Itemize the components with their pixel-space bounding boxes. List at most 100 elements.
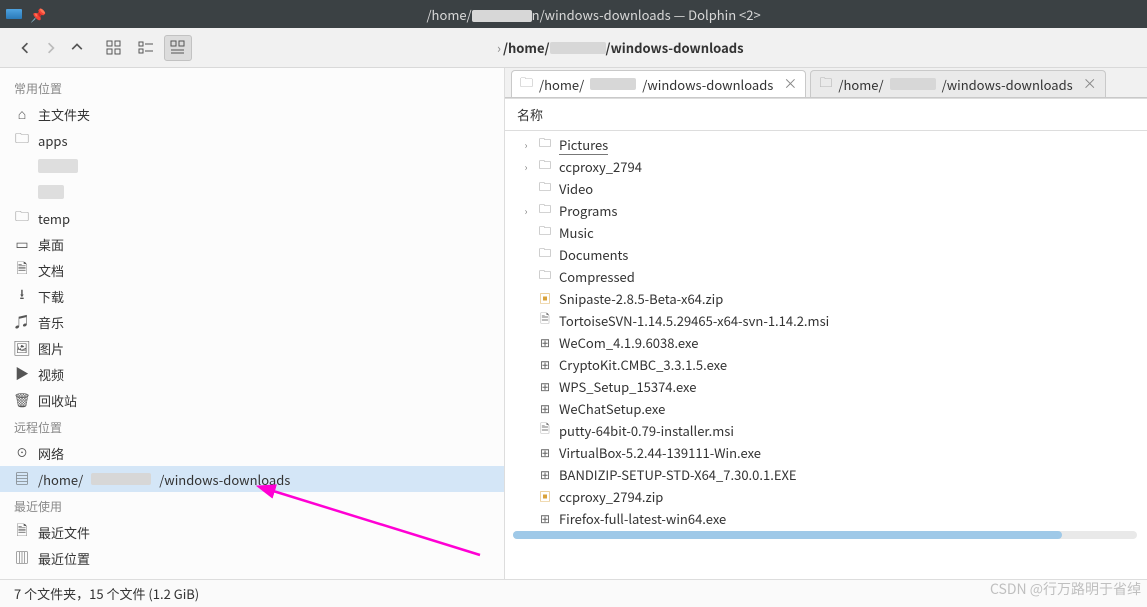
tab-label: /home/ <box>838 75 883 94</box>
file-row[interactable]: 🗀Video <box>505 177 1147 199</box>
trash-icon: 🗑 <box>14 392 30 408</box>
chevron-right-icon[interactable]: › <box>521 159 531 174</box>
file-name: TortoiseSVN-1.14.5.29465-x64-svn-1.14.2.… <box>559 311 829 330</box>
sidebar-item-pictures[interactable]: 🖼图片 <box>0 335 504 361</box>
home-icon: ⌂ <box>14 106 30 122</box>
file-row[interactable]: › 🗀 Pictures <box>505 133 1147 155</box>
file-row[interactable]: 🗎 putty-64bit-0.79-installer.msi <box>505 419 1147 441</box>
file-row[interactable]: ⊞WeCom_4.1.9.6038.exe <box>505 331 1147 353</box>
breadcrumb[interactable]: › /home//windows-downloads <box>495 38 744 57</box>
main-pane: 🗀 /home//windows-downloads × 🗀 /home//wi… <box>505 68 1147 579</box>
file-name: Documents <box>559 245 628 264</box>
sidebar-item-videos[interactable]: ▶视频 <box>0 361 504 387</box>
file-name: putty-64bit-0.79-installer.msi <box>559 421 734 440</box>
file-row[interactable]: ⊞BANDIZIP-SETUP-STD-X64_7.30.0.1.EXE <box>505 463 1147 485</box>
exe-icon: ⊞ <box>537 334 553 351</box>
close-icon[interactable]: × <box>783 74 797 94</box>
sidebar-item-music[interactable]: ♫音乐 <box>0 309 504 335</box>
folder-icon: 🗀 <box>537 134 553 155</box>
sidebar-item-documents[interactable]: 🗎文档 <box>0 257 504 283</box>
exe-icon: ⊞ <box>537 400 553 417</box>
folder-icon: 🗀 <box>14 210 30 226</box>
drive-icon: ▤ <box>14 471 30 487</box>
file-name: BANDIZIP-SETUP-STD-X64_7.30.0.1.EXE <box>559 465 797 484</box>
file-name: Firefox-full-latest-win64.exe <box>559 509 726 528</box>
sidebar-item-home[interactable]: ⌂主文件夹 <box>0 101 504 127</box>
sidebar-item-recent-files[interactable]: 🗎最近文件 <box>0 519 504 545</box>
sidebar-item-downloads[interactable]: ⭳下载 <box>0 283 504 309</box>
horizontal-scrollbar[interactable] <box>513 531 1137 539</box>
download-icon: ⭳ <box>14 288 30 304</box>
file-name: ccproxy_2794 <box>559 157 642 176</box>
sidebar-item-desktop[interactable]: ▭桌面 <box>0 231 504 257</box>
sidebar-item-remote-path[interactable]: ▤/home//windows-downloads <box>0 466 504 492</box>
view-compact-button[interactable] <box>132 35 160 61</box>
file-row[interactable]: ⊞ WeChatSetup.exe <box>505 397 1147 419</box>
file-row[interactable]: 🗀Music <box>505 221 1147 243</box>
file-row[interactable]: ⊞WPS_Setup_15374.exe <box>505 375 1147 397</box>
file-row[interactable]: › 🗀 ccproxy_2794 <box>505 155 1147 177</box>
file-name: Pictures <box>559 135 608 154</box>
file-row[interactable]: › 🗀 Programs <box>505 199 1147 221</box>
pin-icon[interactable]: 📌 <box>30 5 46 24</box>
exe-icon: ⊞ <box>537 378 553 395</box>
sidebar-item-apps[interactable]: 🗀apps <box>0 127 504 153</box>
file-row[interactable]: ⊞Firefox-full-latest-win64.exe <box>505 507 1147 529</box>
file-name: Snipaste-2.8.5-Beta-x64.zip <box>559 289 723 308</box>
video-icon: ▶ <box>14 366 30 382</box>
titlebar: 📌 /home/n/windows-downloads — Dolphin <2… <box>0 0 1147 28</box>
exe-icon: ⊞ <box>537 444 553 461</box>
folder-icon: 🗀 <box>819 72 832 96</box>
tab-bar: 🗀 /home//windows-downloads × 🗀 /home//wi… <box>505 68 1147 98</box>
sidebar-item-network[interactable]: ☉网络 <box>0 440 504 466</box>
sidebar-item-recent-locations[interactable]: ▥最近位置 <box>0 545 504 571</box>
file-icon: 🗎 <box>537 420 553 441</box>
sidebar-item-blur2[interactable] <box>0 179 504 205</box>
file-name: WeChatSetup.exe <box>559 399 665 418</box>
file-name: VirtualBox-5.2.44-139111-Win.exe <box>559 443 761 462</box>
tab-1[interactable]: 🗀 /home//windows-downloads × <box>511 70 806 97</box>
folder-icon <box>14 158 30 174</box>
sidebar: 常用位置 ⌂主文件夹 🗀apps 🗀temp ▭桌面 🗎文档 ⭳下载 ♫音乐 🖼… <box>0 68 505 579</box>
view-icons-button[interactable] <box>100 35 128 61</box>
desktop-icon: ▭ <box>14 236 30 252</box>
sidebar-group-remote: 远程位置 <box>0 413 504 440</box>
file-row[interactable]: ⊞ VirtualBox-5.2.44-139111-Win.exe <box>505 441 1147 463</box>
toolbar: › /home//windows-downloads <box>0 28 1147 68</box>
sidebar-item-temp[interactable]: 🗀temp <box>0 205 504 231</box>
folder-icon: 🗀 <box>537 156 553 177</box>
column-header-name[interactable]: 名称 <box>505 98 1147 131</box>
file-row[interactable]: 🗀Documents <box>505 243 1147 265</box>
folder-icon: 🗀 <box>520 72 533 96</box>
file-row[interactable]: ⊞CryptoKit.CMBC_3.3.1.5.exe <box>505 353 1147 375</box>
file-name: ccproxy_2794.zip <box>559 487 663 506</box>
tab-label: /home/ <box>539 75 584 94</box>
forward-button[interactable] <box>40 37 62 59</box>
music-icon: ♫ <box>14 314 30 330</box>
sidebar-group-places: 常用位置 <box>0 74 504 101</box>
folder-icon <box>14 184 30 200</box>
sidebar-item-trash[interactable]: 🗑回收站 <box>0 387 504 413</box>
back-button[interactable] <box>14 37 36 59</box>
sidebar-item-blur1[interactable] <box>0 153 504 179</box>
zip-icon: ▣ <box>537 290 553 307</box>
chevron-right-icon[interactable]: › <box>521 137 531 152</box>
file-row[interactable]: ▣ Snipaste-2.8.5-Beta-x64.zip <box>505 287 1147 309</box>
tab-2[interactable]: 🗀 /home//windows-downloads × <box>810 70 1105 97</box>
view-details-button[interactable] <box>164 35 192 61</box>
chevron-right-icon[interactable]: › <box>521 203 531 218</box>
close-icon[interactable]: × <box>1083 74 1097 94</box>
file-name: Programs <box>559 201 617 220</box>
window-title: /home/n/windows-downloads — Dolphin <2> <box>46 5 1141 24</box>
folder-icon: 🗀 <box>537 200 553 221</box>
file-name: Compressed <box>559 267 635 286</box>
sidebar-group-recent: 最近使用 <box>0 492 504 519</box>
up-button[interactable] <box>66 37 88 59</box>
file-row[interactable]: ▣ ccproxy_2794.zip <box>505 485 1147 507</box>
file-name: CryptoKit.CMBC_3.3.1.5.exe <box>559 355 727 374</box>
zip-icon: ▣ <box>537 488 553 505</box>
document-icon: 🗎 <box>14 262 30 278</box>
file-row[interactable]: 🗀Compressed <box>505 265 1147 287</box>
file-row[interactable]: 🗎TortoiseSVN-1.14.5.29465-x64-svn-1.14.2… <box>505 309 1147 331</box>
app-icon <box>6 9 22 19</box>
